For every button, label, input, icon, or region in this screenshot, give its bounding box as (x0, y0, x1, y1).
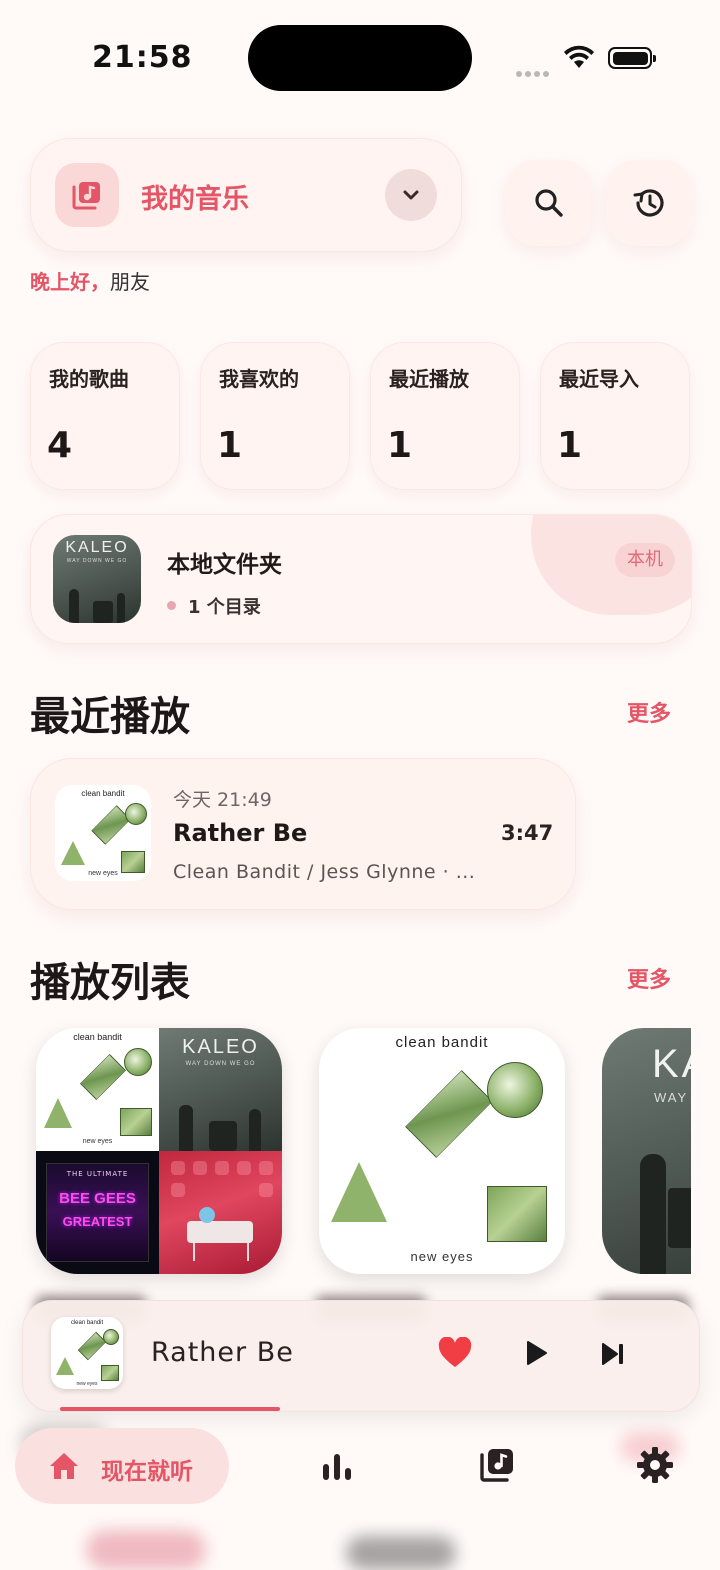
album-cover: KALEO WAY DOWN WE GO (159, 1028, 282, 1151)
cover-title: clean bandit (395, 1034, 489, 1051)
cover-subtitle: new eyes (82, 1138, 113, 1145)
recent-track-card[interactable]: clean bandit new eyes 今天 21:49 Rather Be… (30, 758, 576, 910)
stat-card-recent-imported[interactable]: 最近导入 1 (540, 342, 690, 490)
playback-progress-bar[interactable] (60, 1407, 280, 1411)
played-time: 今天 21:49 (173, 789, 272, 811)
folder-subtitle: 1 个目录 (188, 597, 261, 618)
history-button[interactable] (606, 160, 692, 246)
cover-album: WAY DOWN WE GO (66, 558, 128, 564)
cover-subtitle: new eyes (88, 870, 118, 877)
album-cover: THE ULTIMATE BEE GEES GREATEST (36, 1151, 159, 1274)
folder-title: 本地文件夹 (167, 552, 282, 578)
play-icon[interactable] (523, 1339, 549, 1371)
greeting-prefix: 晚上好， (30, 270, 110, 294)
cover-band: KALEO (65, 539, 129, 556)
device-badge: 本机 (615, 543, 675, 577)
cover-band: KA (652, 1042, 691, 1086)
cover-subtitle: new eyes (76, 1381, 98, 1387)
section-title-recent: 最近播放 (30, 694, 190, 740)
battery-icon (608, 47, 656, 69)
history-icon (633, 189, 664, 217)
home-icon (50, 1453, 78, 1479)
page-title: 我的音乐 (141, 184, 249, 215)
album-cover (159, 1151, 282, 1274)
nav-home-label: 现在就听 (101, 1459, 193, 1485)
album-cover: KALEO WAY DOWN WE GO (53, 535, 141, 623)
stat-card-my-songs[interactable]: 我的歌曲 4 (30, 342, 180, 490)
playlist-card[interactable]: KA WAY (602, 1028, 691, 1274)
search-icon (535, 189, 563, 217)
settings-icon[interactable] (636, 1446, 674, 1488)
cover-band: KALEO (182, 1036, 259, 1058)
status-time: 21:58 (92, 40, 193, 75)
cover-title: clean bandit (73, 1032, 122, 1042)
nav-home-tab[interactable]: 现在就听 (15, 1428, 229, 1504)
section-title-playlists: 播放列表 (30, 960, 190, 1006)
stat-value: 1 (217, 425, 243, 466)
stat-label: 我的歌曲 (49, 367, 129, 391)
stat-value: 1 (557, 425, 583, 466)
stat-card-favorites[interactable]: 我喜欢的 1 (200, 342, 350, 490)
stats-icon[interactable] (320, 1450, 354, 1486)
cover-title: GREATEST (62, 1214, 133, 1229)
music-library-icon (55, 163, 119, 227)
stat-value: 4 (47, 425, 73, 466)
playlist-card[interactable]: clean bandit new eyes (319, 1028, 565, 1274)
cover-title: clean bandit (70, 1320, 104, 1326)
bullet-dot (167, 601, 176, 610)
cover-subtitle: THE ULTIMATE (66, 1170, 129, 1178)
now-playing-title: Rather Be (151, 1337, 294, 1368)
stat-value: 1 (387, 425, 413, 466)
cover-album: WAY DOWN WE GO (185, 1061, 256, 1067)
cover-title: BEE GEES (59, 1190, 136, 1207)
cover-album: WAY (654, 1090, 689, 1105)
stat-label: 最近导入 (559, 367, 639, 391)
wifi-icon (562, 44, 596, 74)
mini-player[interactable]: clean bandit new eyes Rather Be (22, 1300, 700, 1412)
album-cover: clean bandit new eyes (36, 1028, 159, 1151)
next-track-icon[interactable] (599, 1341, 627, 1371)
stat-card-recent-played[interactable]: 最近播放 1 (370, 342, 520, 490)
cellular-icon (516, 62, 552, 81)
playlists-more-link[interactable]: 更多 (627, 962, 671, 994)
recent-more-link[interactable]: 更多 (627, 696, 671, 728)
cover-subtitle: new eyes (410, 1249, 474, 1264)
stat-label: 我喜欢的 (219, 367, 299, 391)
track-duration: 3:47 (501, 821, 554, 845)
album-cover: clean bandit new eyes (55, 785, 151, 881)
chevron-down-icon[interactable] (385, 169, 437, 221)
track-artist: Clean Bandit / Jess Glynne · ... (173, 861, 476, 883)
track-title: Rather Be (173, 819, 308, 847)
greeting: 晚上好，朋友 (30, 266, 150, 295)
greeting-name: 朋友 (110, 270, 150, 294)
playlist-card[interactable]: clean bandit new eyes KALEO WAY DOWN WE … (36, 1028, 282, 1274)
search-button[interactable] (506, 160, 592, 246)
heart-icon[interactable] (437, 1336, 473, 1373)
cover-title: clean bandit (81, 789, 125, 798)
stat-label: 最近播放 (389, 367, 469, 391)
library-switcher[interactable]: 我的音乐 (30, 138, 462, 252)
dynamic-island (248, 25, 472, 91)
album-cover: clean bandit new eyes (51, 1317, 123, 1389)
local-folder-card[interactable]: KALEO WAY DOWN WE GO 本地文件夹 1 个目录 本机 (30, 514, 692, 644)
library-icon[interactable] (478, 1446, 516, 1488)
